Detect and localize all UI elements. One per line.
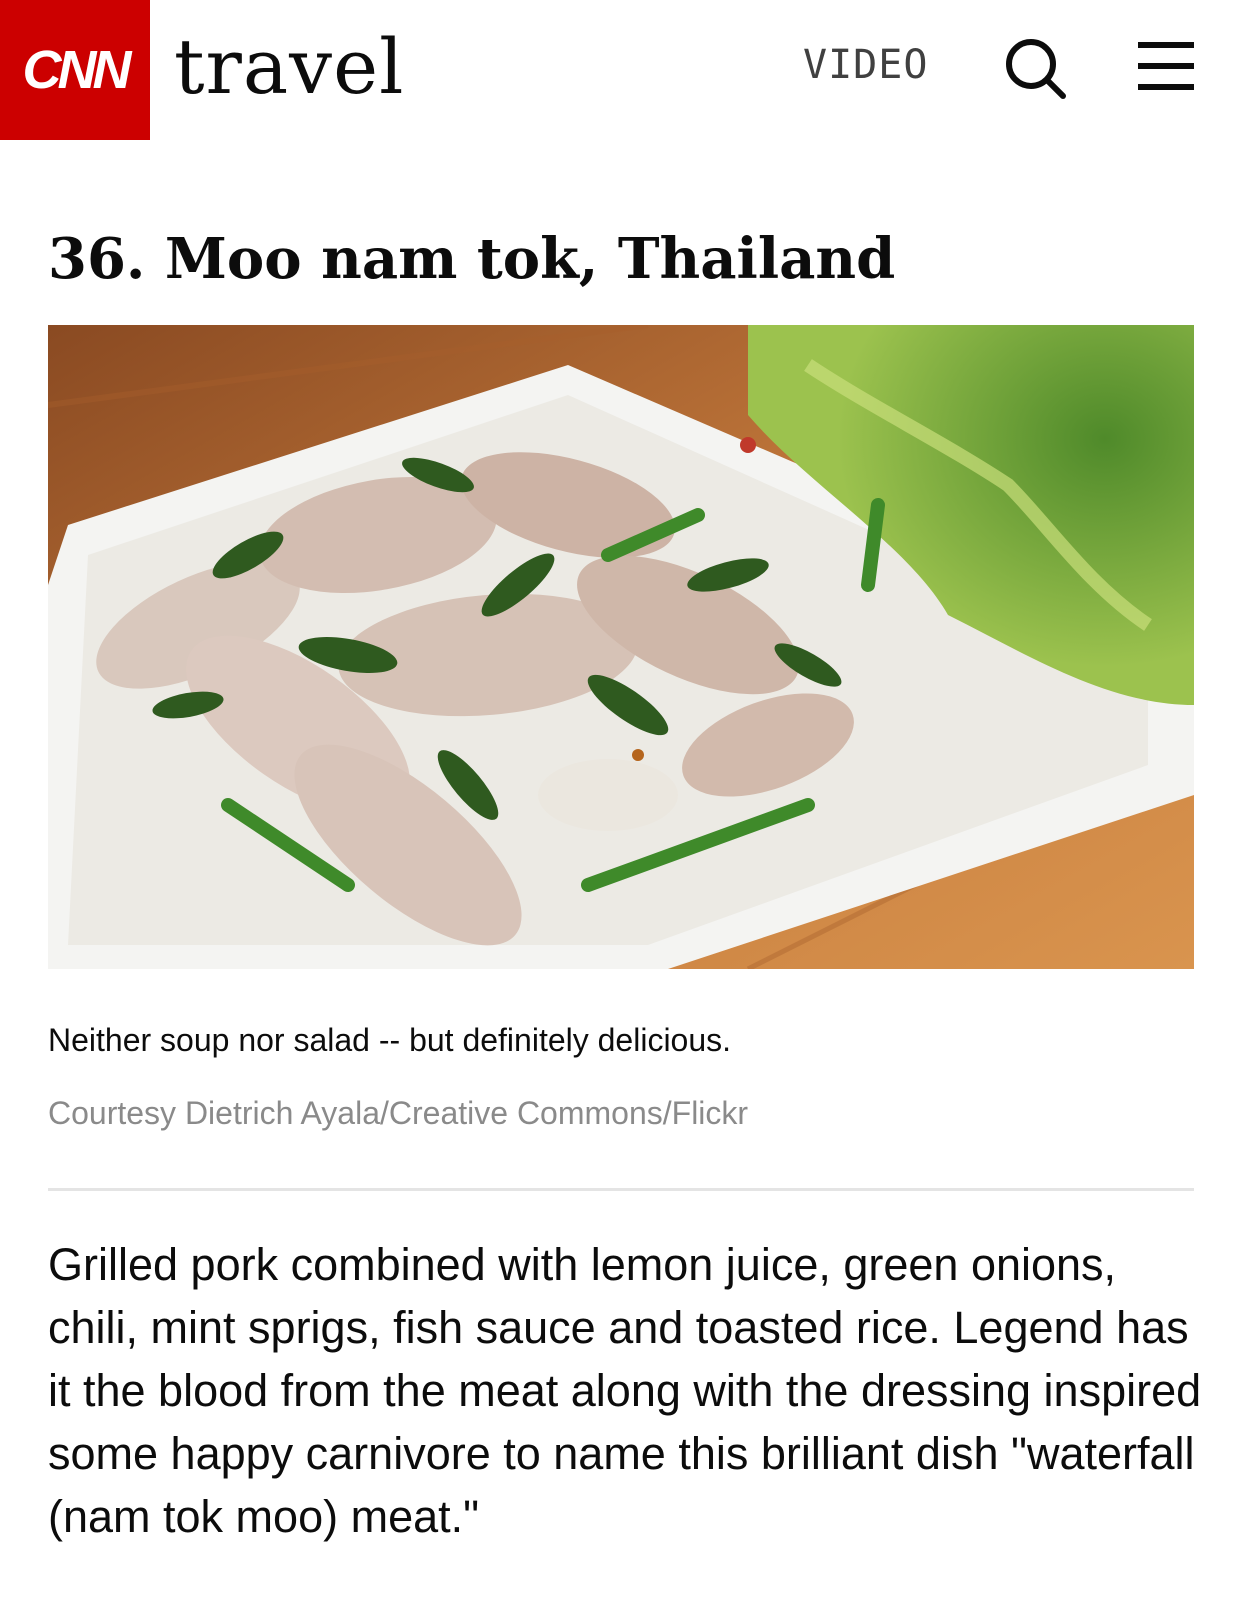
cnn-logo-text: CNN [22, 40, 132, 100]
nav-video-link[interactable]: VIDEO [803, 42, 928, 88]
section-title-travel[interactable]: travel [174, 22, 404, 111]
moo-nam-tok-image [48, 325, 1194, 969]
search-icon[interactable] [1003, 36, 1069, 102]
divider [48, 1188, 1194, 1191]
image-credit: Courtesy Dietrich Ayala/Creative Commons… [48, 1095, 749, 1131]
article-title: 36. Moo nam tok, Thailand [48, 226, 896, 292]
cnn-logo[interactable]: CNN [0, 0, 150, 140]
image-caption: Neither soup nor salad -- but definitely… [48, 1022, 732, 1058]
article-body: Grilled pork combined with lemon juice, … [48, 1239, 1202, 1542]
site-header: CNN travel VIDEO [0, 0, 1242, 140]
hamburger-menu-icon[interactable] [1138, 40, 1194, 92]
dish-photo [48, 325, 1194, 969]
